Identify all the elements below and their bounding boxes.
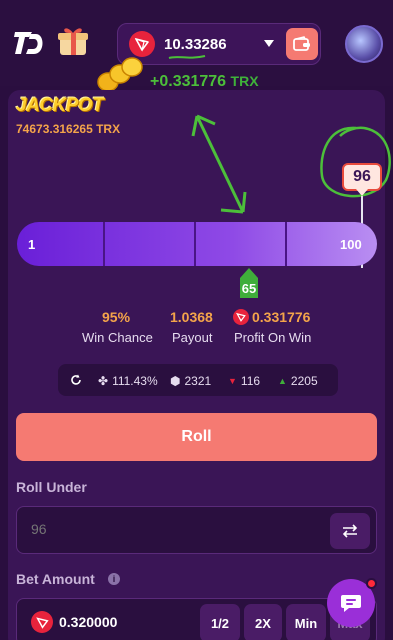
- total-value: 2321: [184, 374, 212, 388]
- info-icon[interactable]: i: [108, 573, 120, 585]
- wallet-button[interactable]: [286, 28, 318, 60]
- user-avatar[interactable]: [345, 25, 383, 63]
- wins-value: 2205: [290, 374, 318, 388]
- half-bet-button[interactable]: 1/2: [200, 604, 240, 640]
- coins-icon: [97, 57, 143, 92]
- cube-icon: ⬢: [170, 374, 181, 388]
- roll-slider-track[interactable]: [17, 222, 377, 266]
- balance-value: 10.33286: [164, 36, 227, 53]
- roll-under-input[interactable]: [31, 521, 231, 537]
- min-bet-button[interactable]: Min: [286, 604, 326, 640]
- jackpot-title: JACKPOT: [16, 95, 104, 116]
- refresh-icon[interactable]: [70, 374, 82, 386]
- result-pointer: [356, 189, 368, 196]
- slider-segment: [287, 222, 377, 266]
- app-logo-icon[interactable]: [12, 26, 46, 60]
- down-arrow-icon: ▼: [228, 376, 237, 386]
- bet-amount-field[interactable]: 0.320000 1/2 2X Min Max: [16, 598, 377, 640]
- wallet-icon: [293, 36, 310, 51]
- roll-under-field[interactable]: [16, 506, 377, 554]
- trx-coin-icon: [31, 611, 53, 633]
- roll-button[interactable]: Roll: [16, 413, 377, 461]
- gain-amount: +0.331776: [150, 73, 227, 90]
- slider-segment: [105, 222, 196, 266]
- payout-value: 1.0368: [170, 309, 213, 325]
- notification-dot: [366, 578, 377, 589]
- payout-label: Payout: [172, 330, 213, 345]
- chevron-down-icon[interactable]: [264, 40, 274, 47]
- slider-min-label: 1: [28, 237, 36, 252]
- profit-value: 0.331776: [252, 309, 311, 325]
- double-bet-button[interactable]: 2X: [244, 604, 282, 640]
- loss-stat: ▼ 116: [228, 374, 260, 388]
- jackpot-amount: 74673.316265 TRX: [16, 122, 121, 136]
- annotation-arrow: [191, 114, 247, 214]
- balance-change: +0.331776 TRX: [150, 73, 259, 91]
- clover-icon: ✤: [98, 374, 109, 388]
- total-stat: ⬢ 2321: [170, 374, 211, 388]
- gain-unit: TRX: [230, 73, 259, 89]
- gift-icon[interactable]: [56, 24, 90, 58]
- stats-bar: ✤ 111.43% ⬢ 2321 ▼ 116 ▲ 2205: [58, 364, 338, 396]
- win-chance-value: 95%: [102, 309, 131, 325]
- bet-amount-label: Bet Amount: [16, 571, 95, 587]
- luck-stat: ✤ 111.43%: [98, 374, 158, 388]
- swap-button[interactable]: [330, 513, 370, 549]
- trx-coin-icon: [233, 309, 249, 325]
- slider-handle-value: 65: [241, 281, 257, 296]
- chat-icon: [341, 595, 361, 612]
- roll-result-badge: 96: [342, 163, 382, 191]
- luck-value: 111.43%: [112, 374, 158, 388]
- slider-max-label: 100: [340, 237, 362, 252]
- win-stat: ▲ 2205: [278, 374, 318, 388]
- bet-amount-value[interactable]: 0.320000: [59, 614, 117, 630]
- roll-under-label: Roll Under: [16, 479, 87, 495]
- annotation-underline: [168, 55, 206, 59]
- win-chance-label: Win Chance: [82, 330, 153, 345]
- swap-icon: [342, 524, 358, 538]
- trx-coin-icon: [129, 31, 155, 57]
- losses-value: 116: [240, 374, 261, 388]
- slider-segment: [196, 222, 287, 266]
- up-arrow-icon: ▲: [278, 376, 287, 386]
- profit-label: Profit On Win: [234, 330, 312, 345]
